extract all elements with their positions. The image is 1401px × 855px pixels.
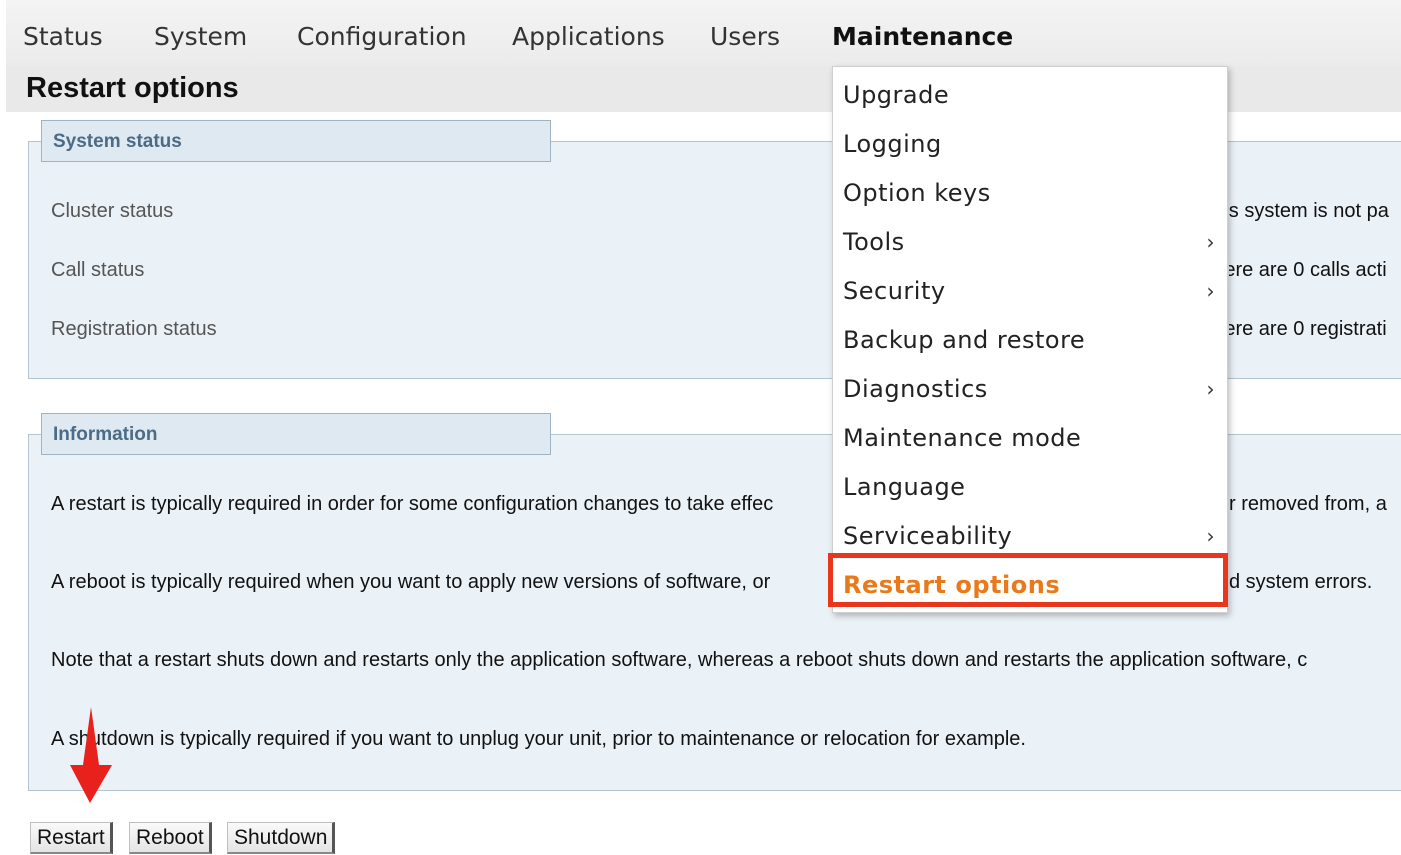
nav-applications[interactable]: Applications	[512, 22, 665, 51]
menu-item-label: Tools	[843, 228, 905, 256]
chevron-right-icon: ›	[1206, 230, 1215, 254]
menu-item-restart-options[interactable]: Restart options	[833, 561, 1227, 610]
menu-item-label: Language	[843, 473, 966, 501]
restart-button[interactable]: Restart	[30, 822, 113, 854]
chevron-right-icon: ›	[1206, 524, 1215, 548]
info-paragraph-reboot-tail: d system errors.	[1229, 571, 1373, 593]
menu-item-maintenance-mode[interactable]: Maintenance mode	[833, 414, 1227, 463]
info-paragraph-shutdown: A shutdown is typically required if you …	[51, 728, 1026, 750]
registration-status-value: There are 0 registrati	[1229, 318, 1387, 340]
registration-status-label: Registration status	[51, 318, 217, 340]
menu-item-label: Serviceability	[843, 522, 1013, 550]
menu-item-label: Option keys	[843, 179, 991, 207]
info-paragraph-reboot: A reboot is typically required when you …	[51, 571, 771, 593]
menu-item-diagnostics[interactable]: Diagnostics ›	[833, 365, 1227, 414]
system-status-legend: System status	[41, 120, 551, 162]
menu-item-label: Backup and restore	[843, 326, 1086, 354]
menu-item-label: Maintenance mode	[843, 424, 1082, 452]
menu-item-tools[interactable]: Tools ›	[833, 218, 1227, 267]
info-paragraph-restart: A restart is typically required in order…	[51, 493, 774, 515]
shutdown-button[interactable]: Shutdown	[227, 822, 336, 854]
red-arrow-icon	[70, 707, 112, 803]
menu-item-upgrade[interactable]: Upgrade	[833, 71, 1227, 120]
menu-item-language[interactable]: Language	[833, 463, 1227, 512]
menu-item-security[interactable]: Security ›	[833, 267, 1227, 316]
call-status-value: There are 0 calls acti	[1229, 259, 1387, 281]
menu-item-label: Restart options	[843, 571, 1061, 599]
cluster-status-label: Cluster status	[51, 200, 174, 222]
nav-configuration[interactable]: Configuration	[297, 22, 467, 51]
menu-item-label: Logging	[843, 130, 942, 158]
menu-item-serviceability[interactable]: Serviceability ›	[833, 512, 1227, 561]
info-paragraph-restart-tail: r removed from, a	[1229, 493, 1387, 515]
menu-item-label: Security	[843, 277, 946, 305]
nav-maintenance[interactable]: Maintenance	[832, 22, 1013, 51]
top-nav: Status System Configuration Applications…	[6, 0, 1401, 68]
page-title: Restart options	[26, 72, 239, 104]
reboot-button[interactable]: Reboot	[129, 822, 212, 854]
nav-system[interactable]: System	[154, 22, 247, 51]
menu-item-backup-and-restore[interactable]: Backup and restore	[833, 316, 1227, 365]
menu-item-label: Upgrade	[843, 81, 950, 109]
cluster-status-value: This system is not pa	[1229, 200, 1389, 222]
nav-status[interactable]: Status	[23, 22, 103, 51]
menu-item-option-keys[interactable]: Option keys	[833, 169, 1227, 218]
chevron-right-icon: ›	[1206, 377, 1215, 401]
maintenance-dropdown-menu: Upgrade Logging Option keys Tools › Secur…	[832, 66, 1228, 613]
nav-users[interactable]: Users	[710, 22, 780, 51]
call-status-label: Call status	[51, 259, 145, 281]
menu-item-logging[interactable]: Logging	[833, 120, 1227, 169]
chevron-right-icon: ›	[1206, 279, 1215, 303]
menu-item-label: Diagnostics	[843, 375, 988, 403]
information-legend: Information	[41, 413, 551, 455]
info-paragraph-note: Note that a restart shuts down and resta…	[51, 649, 1308, 671]
